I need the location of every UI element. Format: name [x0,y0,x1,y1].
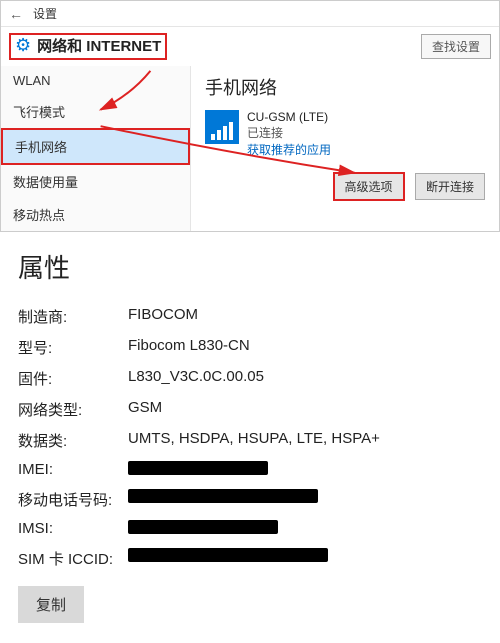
sidebar-item-airplane[interactable]: 飞行模式 [1,95,190,128]
window-title: 设置 [33,5,57,22]
advanced-options-button[interactable]: 高级选项 [333,172,405,201]
disconnect-button[interactable]: 断开连接 [415,173,485,200]
prop-row: 固件:L830_V3C.0C.00.05 [18,363,482,394]
prop-value: FIBOCOM [128,306,482,327]
network-name: CU-GSM (LTE) [247,110,331,124]
category-highlight: ⚙ 网络和 INTERNET [9,33,167,60]
sidebar-item-hotspot[interactable]: 移动热点 [1,198,190,231]
network-status: 已连接 [247,124,331,141]
prop-label: IMEI: [18,461,128,479]
prop-row: 制造商:FIBOCOM [18,301,482,332]
redacted-value [128,548,328,562]
prop-label: 型号: [18,337,128,358]
prop-value-redacted [128,489,482,510]
prop-label: 固件: [18,368,128,389]
signal-icon [205,110,239,144]
prop-row: 型号:Fibocom L830-CN [18,332,482,363]
category-header: ⚙ 网络和 INTERNET 查找设置 [1,26,499,66]
prop-row: IMEI: [18,456,482,484]
sidebar: WLAN 飞行模式 手机网络 数据使用量 移动热点 [1,66,191,231]
prop-label: 网络类型: [18,399,128,420]
prop-row: SIM 卡 ICCID: [18,543,482,574]
network-block[interactable]: CU-GSM (LTE) 已连接 获取推荐的应用 [205,110,485,158]
prop-value-redacted [128,461,482,479]
prop-row: 数据类:UMTS, HSDPA, HSUPA, LTE, HSPA+ [18,425,482,456]
prop-label: IMSI: [18,520,128,538]
prop-value: L830_V3C.0C.00.05 [128,368,482,389]
redacted-value [128,461,268,475]
gear-icon: ⚙ [15,35,31,56]
back-icon[interactable]: ← [9,6,23,22]
properties-title: 属性 [18,248,482,285]
prop-value: Fibocom L830-CN [128,337,482,358]
settings-window: ← 设置 ⚙ 网络和 INTERNET 查找设置 WLAN 飞行模式 手机网络 … [0,0,500,232]
main-panel: 手机网络 CU-GSM (LTE) 已连接 获取推荐的应用 高级选项 断开连接 [191,66,499,231]
network-text: CU-GSM (LTE) 已连接 获取推荐的应用 [247,110,331,158]
redacted-value [128,520,278,534]
button-row: 高级选项 断开连接 [205,172,485,201]
prop-value-redacted [128,520,482,538]
page-title: 手机网络 [205,74,485,100]
prop-label: SIM 卡 ICCID: [18,548,128,569]
prop-label: 数据类: [18,430,128,451]
titlebar: ← 设置 [1,1,499,26]
copy-button[interactable]: 复制 [18,586,84,623]
sidebar-item-wlan[interactable]: WLAN [1,66,190,95]
prop-label: 移动电话号码: [18,489,128,510]
prop-row: 网络类型:GSM [18,394,482,425]
prop-row: 移动电话号码: [18,484,482,515]
sidebar-item-data-usage[interactable]: 数据使用量 [1,165,190,198]
redacted-value [128,489,318,503]
network-link[interactable]: 获取推荐的应用 [247,141,331,158]
find-settings-button[interactable]: 查找设置 [421,34,491,59]
prop-value: UMTS, HSDPA, HSUPA, LTE, HSPA+ [128,430,482,451]
prop-value-redacted [128,548,482,569]
sidebar-item-cellular[interactable]: 手机网络 [1,128,190,165]
prop-label: 制造商: [18,306,128,327]
prop-value: GSM [128,399,482,420]
properties-section: 属性 制造商:FIBOCOM 型号:Fibocom L830-CN 固件:L83… [0,232,500,643]
category-label: 网络和 INTERNET [37,35,161,56]
prop-row: IMSI: [18,515,482,543]
content-row: WLAN 飞行模式 手机网络 数据使用量 移动热点 手机网络 CU-GSM (L… [1,66,499,231]
